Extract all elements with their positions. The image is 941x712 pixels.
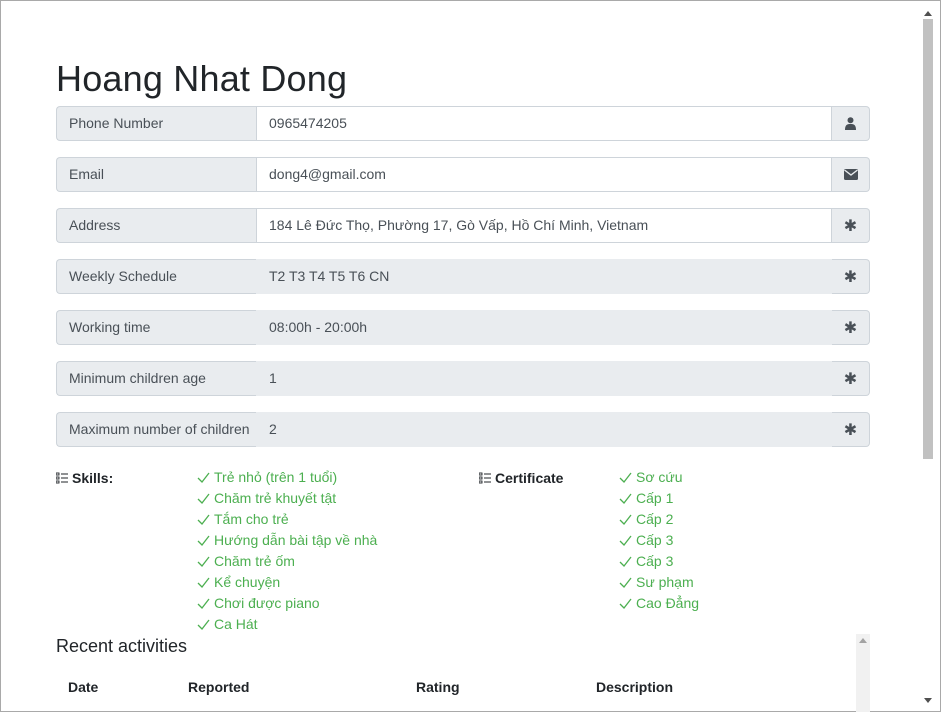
column-header-date[interactable]: Date (68, 679, 98, 695)
working-time-field-group: Working time 08:00h - 20:00h ✱ (56, 310, 870, 345)
email-input[interactable]: dong4@gmail.com (256, 157, 832, 192)
check-icon (197, 493, 210, 504)
phone-input[interactable]: 0965474205 (256, 106, 832, 141)
check-icon (619, 598, 632, 609)
list-item: Hướng dẫn bài tập về nhà (197, 530, 377, 551)
list-item: Tắm cho trẻ (197, 509, 377, 530)
phone-label: Phone Number (56, 106, 256, 141)
certificate-list: Sơ cứu Cấp 1 Cấp 2 Cấp 3 Cấp 3 Sư phạm Cao Đẳn… (619, 467, 699, 614)
list-item: Cấp 3 (619, 551, 699, 572)
min-children-age-label: Minimum children age (56, 361, 256, 396)
list-item: Trẻ nhỏ (trên 1 tuổi) (197, 467, 377, 488)
list-item: Cấp 2 (619, 509, 699, 530)
table-scrollbar[interactable] (856, 634, 870, 712)
asterisk-icon: ✱ (832, 208, 870, 243)
check-icon (197, 577, 210, 588)
check-icon (619, 535, 632, 546)
check-icon (197, 514, 210, 525)
check-icon (197, 556, 210, 567)
weekly-schedule-label: Weekly Schedule (56, 259, 256, 294)
page-title: Hoang Nhat Dong (56, 58, 348, 99)
check-icon (619, 493, 632, 504)
list-item: Ca Hát (197, 614, 377, 635)
list-item: Chăm trẻ ốm (197, 551, 377, 572)
list-item: Sư phạm (619, 572, 699, 593)
skills-list: Trẻ nhỏ (trên 1 tuổi) Chăm trẻ khuyết tật… (197, 467, 377, 635)
asterisk-icon: ✱ (832, 259, 870, 294)
user-icon (832, 106, 870, 141)
phone-field-group: Phone Number 0965474205 (56, 106, 870, 141)
email-label: Email (56, 157, 256, 192)
list-item: Cấp 3 (619, 530, 699, 551)
list-item-label: Ca Hát (214, 616, 258, 632)
list-item-label: Chăm trẻ ốm (214, 553, 295, 569)
check-icon (197, 619, 210, 630)
list-item: Sơ cứu (619, 467, 699, 488)
check-icon (197, 598, 210, 609)
weekly-schedule-input: T2 T3 T4 T5 T6 CN (256, 259, 832, 294)
check-icon (619, 577, 632, 588)
list-icon (56, 472, 68, 484)
check-icon (619, 472, 632, 483)
recent-activities-title: Recent activities (56, 636, 188, 656)
address-label: Address (56, 208, 256, 243)
skills-heading: Skills: (56, 470, 113, 486)
scroll-up-arrow-icon[interactable] (924, 11, 932, 16)
list-item-label: Cấp 3 (636, 553, 674, 569)
scroll-up-arrow-icon[interactable] (859, 638, 867, 643)
list-item: Cấp 1 (619, 488, 699, 509)
list-item: Cao Đẳng (619, 593, 699, 614)
column-header-rating[interactable]: Rating (416, 679, 460, 695)
envelope-icon (832, 157, 870, 192)
scrollbar-thumb[interactable] (923, 19, 933, 459)
column-header-reported[interactable]: Reported (188, 679, 249, 695)
asterisk-icon: ✱ (832, 412, 870, 447)
min-children-age-field-group: Minimum children age 1 ✱ (56, 361, 870, 396)
list-item: Chơi được piano (197, 593, 377, 614)
list-item-label: Cấp 3 (636, 532, 674, 548)
max-children-label: Maximum number of children (56, 412, 256, 447)
window-scrollbar[interactable] (920, 5, 936, 707)
check-icon (197, 535, 210, 546)
working-time-label: Working time (56, 310, 256, 345)
asterisk-icon: ✱ (832, 361, 870, 396)
check-icon (619, 514, 632, 525)
list-item: Chăm trẻ khuyết tật (197, 488, 377, 509)
email-field-group: Email dong4@gmail.com (56, 157, 870, 192)
max-children-field-group: Maximum number of children 2 ✱ (56, 412, 870, 447)
list-item-label: Trẻ nhỏ (trên 1 tuổi) (214, 469, 338, 485)
list-item-label: Kể chuyện (214, 574, 281, 590)
list-item-label: Sư phạm (636, 574, 694, 590)
asterisk-icon: ✱ (832, 310, 870, 345)
working-time-input: 08:00h - 20:00h (256, 310, 832, 345)
list-item-label: Cao Đẳng (636, 595, 700, 611)
weekly-schedule-field-group: Weekly Schedule T2 T3 T4 T5 T6 CN ✱ (56, 259, 870, 294)
list-item-label: Hướng dẫn bài tập về nhà (214, 532, 378, 548)
address-input[interactable]: 184 Lê Đức Thọ, Phường 17, Gò Vấp, Hồ Ch… (256, 208, 832, 243)
check-icon (619, 556, 632, 567)
list-icon (479, 472, 491, 484)
list-item-label: Tắm cho trẻ (214, 511, 289, 527)
scroll-down-arrow-icon[interactable] (924, 698, 932, 703)
list-item-label: Chơi được piano (214, 595, 320, 611)
min-children-age-input: 1 (256, 361, 832, 396)
skills-heading-label: Skills: (72, 470, 114, 486)
list-item: Kể chuyện (197, 572, 377, 593)
list-item-label: Cấp 1 (636, 490, 674, 506)
list-item-label: Cấp 2 (636, 511, 674, 527)
certificate-heading-label: Certificate (495, 470, 564, 486)
certificate-heading: Certificate (479, 470, 563, 486)
address-field-group: Address 184 Lê Đức Thọ, Phường 17, Gò Vấ… (56, 208, 870, 243)
check-icon (197, 472, 210, 483)
max-children-input: 2 (256, 412, 832, 447)
list-item-label: Sơ cứu (636, 469, 683, 485)
list-item-label: Chăm trẻ khuyết tật (214, 490, 337, 506)
column-header-description[interactable]: Description (596, 679, 673, 695)
